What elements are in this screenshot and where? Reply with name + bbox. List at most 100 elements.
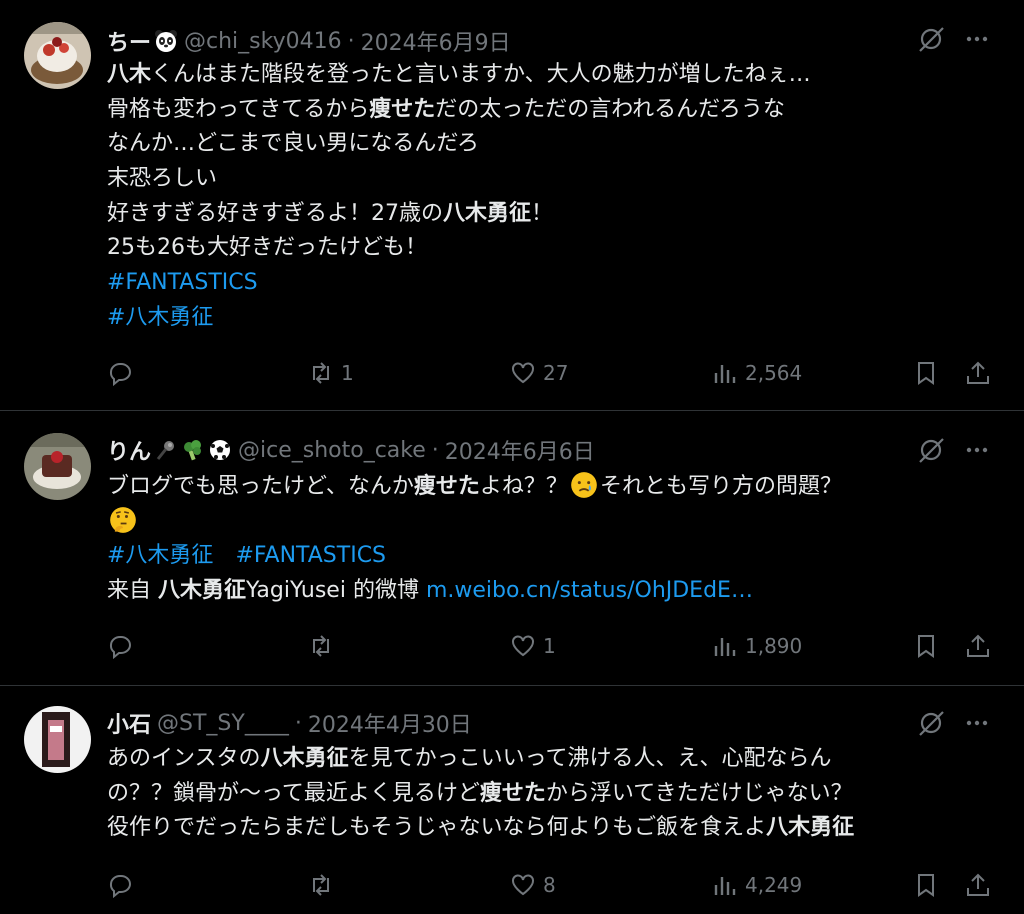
tweet-text-line: 役作りでだったらまだしもそうじゃないなら何よりもご飯を食えよ八木勇征 <box>107 810 997 845</box>
avatar[interactable] <box>24 433 91 500</box>
tweet-date[interactable]: 2024年6月9日 <box>361 25 511 57</box>
tweet-text-line: あのインスタの八木勇征を見てかっこいいって沸ける人、え、心配ならん <box>107 741 997 776</box>
grok-icon[interactable] <box>916 24 946 54</box>
separator-dot: · <box>294 710 302 736</box>
share-button[interactable] <box>964 629 992 663</box>
view-count: 4,249 <box>745 873 803 897</box>
tweet-text-line: 八木くんはまた階段を登ったと言いますか、大人の魅力が増したねぇ… <box>107 58 997 93</box>
text-segment: よね？？ <box>479 474 568 499</box>
text-segment: くんはまた階段を登ったと言いますか、大人の魅力が増したねぇ… <box>151 62 811 87</box>
tweet-header: 小石 @ST_SY____ · 2024年4月30日 <box>107 706 472 740</box>
hashtag-link[interactable]: #八木勇征 <box>107 305 213 330</box>
text-segment: 末恐ろしい <box>107 166 218 192</box>
avatar[interactable] <box>24 706 91 773</box>
repost-button[interactable] <box>307 868 341 902</box>
tweet-text-line: の？？鎖骨が〜って最近よく見るけど痩せたから浮いてきただけじゃない？ <box>107 776 997 811</box>
more-icon[interactable] <box>962 435 992 465</box>
thinking-face-emoji-icon <box>110 506 136 533</box>
text-segment: 25も26も大好きだったけども！ <box>107 235 427 261</box>
grok-icon[interactable] <box>916 435 946 465</box>
text-segment: YagiYusei 的微博 <box>246 578 426 604</box>
repost-icon <box>313 874 329 896</box>
reply-button[interactable] <box>106 356 140 390</box>
sad-tear-face-emoji-icon <box>571 472 597 498</box>
reply-button[interactable] <box>106 868 140 902</box>
views-icon <box>714 365 736 383</box>
more-icon[interactable] <box>962 708 992 738</box>
more-icon[interactable] <box>962 24 992 54</box>
hashtag-link[interactable]: m.weibo.cn/status/OhJDEdE… <box>426 578 753 603</box>
repost-button[interactable] <box>307 629 341 663</box>
views-button[interactable]: 2,564 <box>711 356 802 390</box>
tweet[interactable]: 小石 @ST_SY____ · 2024年4月30日 あのインスタの八木勇征を見… <box>0 686 1024 914</box>
like-button[interactable]: 8 <box>509 868 556 902</box>
text-segment: なんか…どこまで良い男になるんだろ <box>107 131 480 157</box>
tweet-text: ブログでも思ったけど、なんか痩せたよね？？ それとも写り方の問題？ #八木勇征 #F… <box>107 469 997 608</box>
display-name[interactable]: 小石 <box>107 707 151 739</box>
reply-button[interactable] <box>106 629 140 663</box>
tweet-text-line: #FANTASTICS <box>107 266 997 301</box>
text-segment <box>213 543 235 568</box>
display-name[interactable]: りん <box>107 434 151 466</box>
repost-icon <box>313 635 329 657</box>
text-segment: それとも写り方の問題？ <box>599 474 842 499</box>
share-icon <box>967 361 989 384</box>
share-icon <box>967 634 989 657</box>
tweet-text: あのインスタの八木勇征を見てかっこいいって沸ける人、え、心配ならん の？？鎖骨が〜… <box>107 741 997 845</box>
highlighted-text: 痩せた <box>369 96 436 122</box>
hashtag-link[interactable]: #八木勇征 <box>107 543 213 568</box>
grok-icon[interactable] <box>916 708 946 738</box>
highlighted-text: 痩せた <box>413 474 480 499</box>
user-handle[interactable]: @ST_SY____ <box>157 711 289 736</box>
views-button[interactable]: 1,890 <box>711 629 802 663</box>
like-button[interactable]: 1 <box>509 629 556 663</box>
text-segment: の？？鎖骨が〜って最近よく見るけど <box>107 780 480 806</box>
tweet-date[interactable]: 2024年4月30日 <box>308 707 472 739</box>
user-handle[interactable]: @ice_shoto_cake <box>238 438 426 463</box>
tweet-text-line: #八木勇征 #FANTASTICS <box>107 538 997 573</box>
broccoli-emoji-icon <box>184 440 202 461</box>
hashtag-link[interactable]: #FANTASTICS <box>107 270 258 295</box>
hashtag-link[interactable]: #FANTASTICS <box>235 543 386 568</box>
tweet-text-line: 末恐ろしい <box>107 162 997 197</box>
share-button[interactable] <box>964 356 992 390</box>
like-count: 8 <box>543 873 556 897</box>
like-icon <box>512 635 534 657</box>
tweet-header: りん @ice_shoto_cake · 2024年6月6日 <box>107 433 595 467</box>
tweet-actions: 1 27 2,564 <box>0 356 1024 390</box>
tweet-date[interactable]: 2024年6月6日 <box>445 434 595 466</box>
text-segment: 骨格も変わってきてるから <box>107 96 370 122</box>
like-button[interactable]: 27 <box>509 356 568 390</box>
view-count: 1,890 <box>745 634 803 658</box>
text-segment: あのインスタの <box>107 746 261 771</box>
highlighted-text: 八木 <box>107 62 152 87</box>
avatar[interactable] <box>24 22 91 89</box>
repost-button[interactable]: 1 <box>307 356 354 390</box>
tweet-actions: 1 1,890 <box>0 629 1024 663</box>
tweet[interactable]: りん @ice_shoto_cake · 2024年6月6日 ブログでも思ったけ… <box>0 411 1024 685</box>
like-icon <box>512 362 534 384</box>
views-icon <box>714 638 736 656</box>
text-segment: 好きすぎる好きすぎるよ！27歳の <box>107 200 443 226</box>
like-count: 27 <box>543 361 569 385</box>
soccer-ball-emoji-icon <box>210 440 231 460</box>
text-segment: 役作りでだったらまだしもそうじゃないなら何よりもご飯を食えよ <box>107 815 767 841</box>
reply-icon <box>109 875 131 899</box>
bookmark-button[interactable] <box>912 629 940 663</box>
separator-dot: · <box>431 437 439 463</box>
separator-dot: · <box>347 28 355 54</box>
user-handle[interactable]: @chi_sky0416 <box>184 29 342 54</box>
share-button[interactable] <box>964 868 992 902</box>
tweet-text-line: 来自 八木勇征YagiYusei 的微博 m.weibo.cn/status/O… <box>107 573 997 608</box>
share-icon <box>967 873 989 896</box>
highlighted-text: 八木勇征 <box>443 200 532 226</box>
views-button[interactable]: 4,249 <box>711 868 802 902</box>
bookmark-button[interactable] <box>912 868 940 902</box>
tweet-text-line <box>107 504 997 539</box>
display-name[interactable]: ちー <box>107 25 151 57</box>
tweet[interactable]: ちー @chi_sky0416 · 2024年6月9日 八木くんはまた階段を登っ… <box>0 0 1024 410</box>
bookmark-button[interactable] <box>912 356 940 390</box>
repost-icon <box>313 362 329 384</box>
like-icon <box>512 874 534 896</box>
tweet-text-line: 骨格も変わってきてるから痩せただの太っただの言われるんだろうな <box>107 93 997 128</box>
